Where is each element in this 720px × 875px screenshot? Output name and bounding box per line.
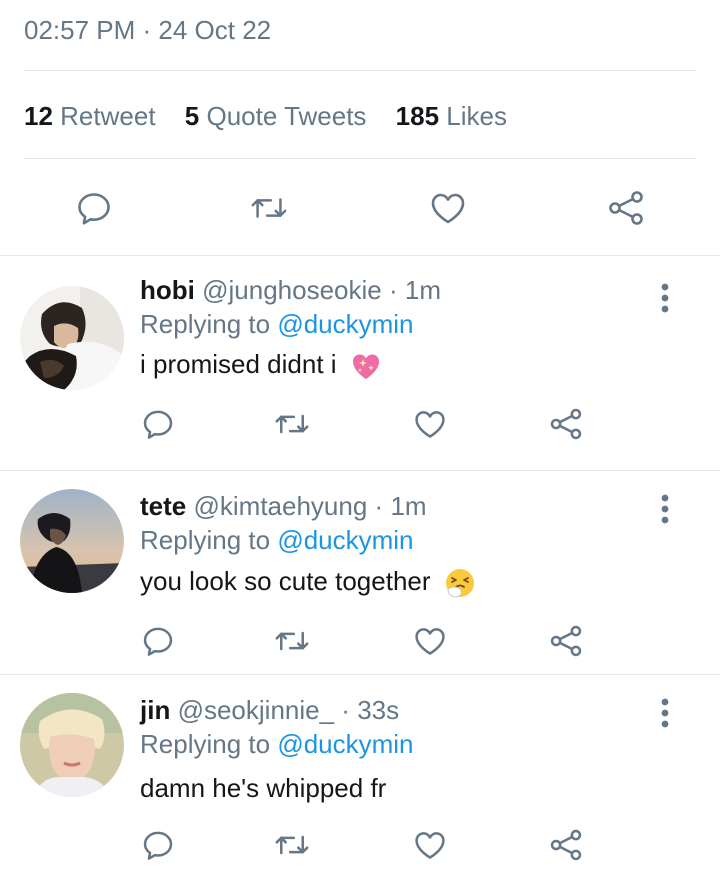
replying-to-line: Replying to @duckymin [140,729,414,760]
likes-stat[interactable]: 185 Likes [396,101,507,131]
separator-dot: · [374,491,384,521]
retweet-icon [251,198,287,218]
reply-item[interactable]: hobi @junghoseokie · 1m Replying to @duc… [0,256,720,456]
likes-label: Likes [446,101,507,131]
reply-item[interactable]: jin @seokjinnie_ · 33s Replying to @duck… [0,675,720,875]
share-button[interactable] [546,621,586,661]
retweet-count: 12 [24,101,53,131]
reply-button[interactable] [74,188,114,228]
mention-link[interactable]: @duckymin [277,729,413,759]
replying-to-line: Replying to @duckymin [140,309,414,340]
reply-icon [78,193,110,225]
retweet-button[interactable] [249,188,289,228]
reply-time: 1m [390,491,427,521]
like-button[interactable] [428,188,468,228]
more-options-button[interactable] [650,691,680,735]
share-icon [609,191,643,225]
divider [24,158,696,159]
share-icon [550,829,582,861]
divider [24,70,696,71]
more-vertical-icon [661,698,669,728]
display-name[interactable]: hobi [140,275,195,305]
display-name[interactable]: tete [140,491,186,521]
share-button[interactable] [606,188,646,228]
retweet-icon [275,414,309,434]
likes-count: 185 [395,101,440,131]
reply-time: 33s [357,695,400,725]
reply-icon [143,627,173,656]
sparkling-heart-icon [350,350,382,382]
more-options-button[interactable] [650,487,680,531]
display-name[interactable]: jin [140,695,170,725]
reply-author-line: jin @seokjinnie_ · 33s [140,695,399,726]
replying-to-label: Replying to [140,309,271,339]
reply-icon [143,831,173,860]
reply-author-line: tete @kimtaehyung · 1m [140,491,427,522]
retweet-button[interactable] [272,825,312,865]
reply-text: you look so cute together [140,566,431,596]
reply-icon [143,410,173,439]
retweet-label: Retweet [60,101,156,131]
more-vertical-icon [661,283,669,313]
like-icon [431,193,465,224]
reply-button[interactable] [138,825,178,865]
like-icon [415,832,445,859]
retweet-stat[interactable]: 12 Retweet [24,101,156,131]
more-vertical-icon [661,494,669,524]
share-icon [550,408,582,440]
reply-text-line: damn he's whipped fr [140,773,386,804]
avatar[interactable] [20,489,124,593]
reply-button[interactable] [138,404,178,444]
mention-link[interactable]: @duckymin [277,309,413,339]
like-icon [415,628,445,655]
separator-dot: · [388,275,398,305]
tweet-timestamp: 02:57 PM · 24 Oct 22 [24,15,272,45]
sneezing-face-icon [444,567,476,599]
share-button[interactable] [546,404,586,444]
handle[interactable]: @seokjinnie_ [178,695,334,725]
quote-tweets-count: 5 [184,101,200,131]
avatar[interactable] [20,286,124,390]
tweet-action-bar [0,180,720,236]
replying-to-label: Replying to [140,525,271,555]
replying-to-label: Replying to [140,729,271,759]
more-options-button[interactable] [650,276,680,320]
handle[interactable]: @kimtaehyung [193,491,367,521]
like-button[interactable] [410,825,450,865]
reply-text: i promised didnt i [140,349,337,379]
share-icon [550,625,582,657]
quote-tweets-stat[interactable]: 5 Quote Tweets [185,101,367,131]
retweet-icon [275,835,309,855]
reply-time: 1m [404,275,442,305]
reply-item[interactable]: tete @kimtaehyung · 1m Replying to @duck… [0,471,720,671]
mention-link[interactable]: @duckymin [277,525,413,555]
separator-dot: · [341,695,350,725]
handle[interactable]: @junghoseokie [202,275,382,305]
reply-button[interactable] [138,621,178,661]
retweet-button[interactable] [272,404,312,444]
like-button[interactable] [410,621,450,661]
like-button[interactable] [410,404,450,444]
share-button[interactable] [546,825,586,865]
retweet-button[interactable] [272,621,312,661]
replying-to-line: Replying to @duckymin [140,525,414,556]
tweet-stats: 12 Retweet 5 Quote Tweets 185 Likes [24,101,529,132]
retweet-icon [275,631,309,651]
quote-tweets-label: Quote Tweets [206,101,367,131]
reply-text-line: i promised didnt i [140,349,382,382]
reply-text-line: you look so cute together [140,566,476,599]
reply-author-line: hobi @junghoseokie · 1m [140,275,441,306]
like-icon [415,411,445,438]
reply-text: damn he's whipped fr [140,773,387,803]
avatar[interactable] [20,693,124,797]
